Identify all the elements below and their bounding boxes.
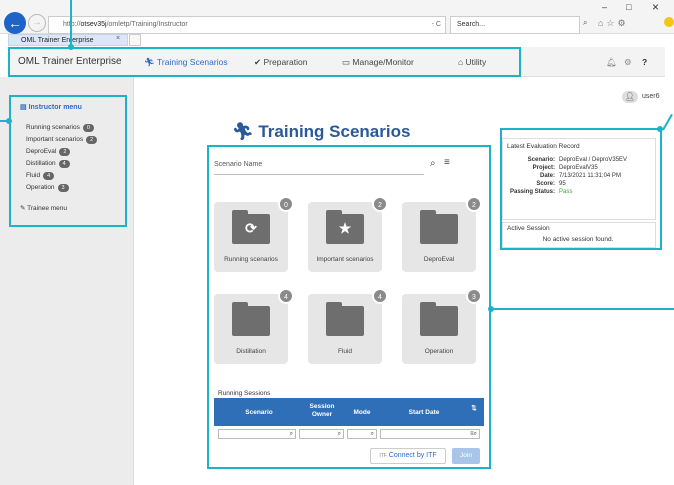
evaluation-callout-line bbox=[662, 113, 673, 131]
address-bar[interactable]: http://otsev35j/omletp/Training/Instruct… bbox=[48, 16, 446, 34]
main-callout-line bbox=[492, 308, 674, 310]
window-minimize-button[interactable]: – bbox=[602, 2, 607, 12]
sidebar-callout bbox=[9, 95, 127, 227]
forward-button[interactable]: → bbox=[28, 14, 46, 32]
help-icon[interactable]: ? bbox=[642, 47, 647, 77]
sidebar-callout-line bbox=[0, 120, 8, 122]
main-content-callout bbox=[207, 145, 491, 469]
page-title: 🏃︎ Training Scenarios bbox=[232, 122, 410, 142]
browser-search-input[interactable]: Search... bbox=[450, 16, 580, 34]
refresh-button[interactable]: - C bbox=[432, 17, 441, 33]
evaluation-callout bbox=[500, 128, 662, 250]
bell-icon[interactable]: 🔔︎ bbox=[606, 47, 617, 77]
gear-icon[interactable]: ⚙ bbox=[624, 47, 632, 77]
page-title-text: Training Scenarios bbox=[258, 122, 411, 141]
window-close-button[interactable]: × bbox=[652, 0, 659, 14]
navbar-callout-line bbox=[70, 0, 72, 47]
new-tab-button[interactable] bbox=[129, 34, 141, 46]
user-name[interactable]: user6 bbox=[642, 93, 660, 100]
url-path: /omletp/Training/Instructor bbox=[106, 21, 188, 28]
navbar-callout-dot bbox=[68, 44, 74, 50]
search-icon[interactable]: ⌕ bbox=[583, 18, 587, 28]
navbar-callout bbox=[8, 47, 521, 77]
back-button[interactable]: ← bbox=[4, 12, 26, 34]
running-person-icon: 🏃︎ bbox=[232, 122, 254, 141]
url-host: otsev35j bbox=[80, 21, 107, 28]
user-avatar-icon[interactable]: 👤︎ bbox=[622, 91, 638, 103]
tab-close-icon[interactable]: × bbox=[116, 35, 120, 42]
window-maximize-button[interactable]: □ bbox=[626, 2, 631, 12]
smiley-icon[interactable] bbox=[664, 17, 674, 27]
browser-home-star-gear-icons[interactable]: ⌂☆⚙ bbox=[598, 18, 629, 29]
